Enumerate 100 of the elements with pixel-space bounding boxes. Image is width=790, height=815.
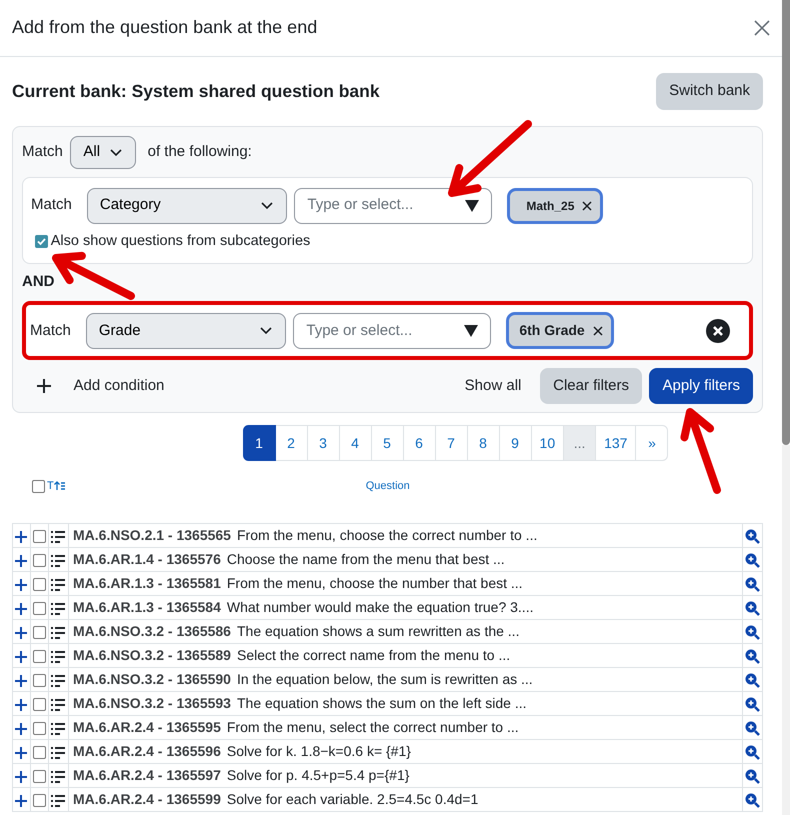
remove-icon xyxy=(582,200,592,210)
add-icon[interactable] xyxy=(15,650,27,663)
question-type-icon xyxy=(51,578,65,592)
add-icon[interactable] xyxy=(15,698,27,711)
page-link[interactable]: 1 xyxy=(242,425,276,462)
row-checkbox[interactable] xyxy=(33,794,46,808)
question-type-icon xyxy=(51,746,65,760)
question-cell: MA.6.AR.1.3 - 1365581 From the menu, choose the number that best ... xyxy=(68,572,742,596)
match-dropdown[interactable]: All xyxy=(70,136,136,169)
plus-icon xyxy=(37,379,51,393)
filter-tag[interactable]: 6th Grade xyxy=(506,312,614,350)
page-link[interactable]: 9 xyxy=(498,425,532,462)
bank-heading: Current bank: System shared question bank xyxy=(12,81,380,102)
add-icon[interactable] xyxy=(15,578,27,591)
row-checkbox[interactable] xyxy=(33,722,46,736)
question-type-icon xyxy=(51,530,65,544)
next-page-link[interactable]: » xyxy=(635,425,668,462)
page-link[interactable]: 137 xyxy=(595,425,636,462)
row-checkbox[interactable] xyxy=(33,698,46,712)
dialog-title: Add from the question bank at the end xyxy=(12,17,318,39)
remove-condition-icon[interactable] xyxy=(706,318,730,343)
field-dropdown[interactable]: Category xyxy=(86,188,287,224)
add-icon[interactable] xyxy=(15,530,27,543)
close-icon[interactable] xyxy=(754,20,770,36)
match-suffix: of the following: xyxy=(148,142,252,162)
page-link[interactable]: 5 xyxy=(370,425,404,462)
row-checkbox[interactable] xyxy=(33,578,46,592)
sort-icon xyxy=(54,481,66,492)
zoom-icon[interactable] xyxy=(745,601,760,616)
question-cell: MA.6.NSO.3.2 - 1365593 The equation shows the sum on the left side ... xyxy=(68,692,742,716)
question-type-icon xyxy=(51,626,65,640)
add-icon[interactable] xyxy=(15,554,27,567)
question-cell: MA.6.NSO.2.1 - 1365565 From the menu, choose the correct number to ... xyxy=(68,524,742,548)
question-column-header[interactable]: Question xyxy=(366,478,410,494)
triangle-icon xyxy=(464,324,478,338)
checkbox-label: Also show questions from subcategories xyxy=(50,232,310,251)
apply-filters-button[interactable]: Apply filters xyxy=(649,368,753,404)
question-cell: MA.6.NSO.3.2 - 1365586 The equation shows a sum rewritten as the ... xyxy=(68,620,742,644)
question-type-icon xyxy=(51,674,65,688)
zoom-icon[interactable] xyxy=(745,577,760,592)
tag-input-field[interactable]: Type or select... xyxy=(293,312,492,349)
page-link[interactable]: 2 xyxy=(274,425,308,462)
add-icon[interactable] xyxy=(15,626,27,639)
page-link[interactable]: 4 xyxy=(338,425,372,462)
row-checkbox[interactable] xyxy=(33,746,46,760)
question-type-icon xyxy=(51,770,65,784)
row-checkbox[interactable] xyxy=(33,650,46,664)
zoom-icon[interactable] xyxy=(745,697,760,712)
page-link[interactable]: 6 xyxy=(402,425,436,462)
page-link[interactable]: 7 xyxy=(434,425,468,462)
zoom-icon[interactable] xyxy=(745,553,760,568)
zoom-icon[interactable] xyxy=(745,745,760,760)
question-type-icon xyxy=(51,650,65,664)
add-icon[interactable] xyxy=(15,746,27,759)
question-cell: MA.6.AR.1.4 - 1365576 Choose the name from the menu that best ... xyxy=(68,548,742,572)
show-all-button[interactable]: Show all xyxy=(453,369,533,403)
question-cell: MA.6.AR.2.4 - 1365599 Solve for each variable. 2.5=4.5c 0.4d=1 xyxy=(68,788,742,812)
add-icon[interactable] xyxy=(15,794,27,807)
add-condition-button[interactable]: Add condition xyxy=(22,369,180,403)
question-cell: MA.6.AR.2.4 - 1365596 Solve for k. 1.8−k=0.6 k= {#1} xyxy=(68,740,742,764)
field-dropdown[interactable]: Grade xyxy=(86,312,286,349)
row-checkbox[interactable] xyxy=(33,674,46,688)
add-icon[interactable] xyxy=(15,674,27,687)
add-icon[interactable] xyxy=(15,602,27,615)
zoom-icon[interactable] xyxy=(745,721,760,736)
match-label: Match xyxy=(22,142,63,162)
sort-link[interactable]: T xyxy=(47,478,54,494)
question-cell: MA.6.NSO.3.2 - 1365589 Select the correct name from the menu to ... xyxy=(68,644,742,668)
checkbox[interactable] xyxy=(34,235,48,248)
add-icon[interactable] xyxy=(15,722,27,735)
zoom-icon[interactable] xyxy=(745,673,760,688)
clear-filters-button[interactable]: Clear filters xyxy=(540,368,642,404)
scrollbar[interactable] xyxy=(782,0,790,815)
tag-input-field[interactable]: Type or select... xyxy=(294,188,492,224)
switch-bank-button[interactable]: Switch bank xyxy=(656,73,763,110)
question-cell: MA.6.AR.2.4 - 1365597 Solve for p. 4.5+p=5.4 p={#1} xyxy=(68,764,742,788)
row-checkbox[interactable] xyxy=(33,770,46,784)
filter-tag[interactable]: Math_25 xyxy=(507,188,604,224)
zoom-icon[interactable] xyxy=(745,769,760,784)
zoom-icon[interactable] xyxy=(745,625,760,640)
question-cell: MA.6.AR.1.3 - 1365584 What number would make the equation true? 3.... xyxy=(68,596,742,620)
triangle-icon xyxy=(465,198,480,212)
match-label: Match xyxy=(30,320,71,340)
zoom-icon[interactable] xyxy=(745,649,760,664)
select-all-checkbox[interactable] xyxy=(32,480,45,493)
page-link[interactable]: 3 xyxy=(306,425,340,462)
question-type-icon xyxy=(51,722,65,736)
page-link[interactable]: 10 xyxy=(530,425,564,462)
row-checkbox[interactable] xyxy=(33,554,46,568)
page-link[interactable]: 8 xyxy=(466,425,500,462)
add-icon[interactable] xyxy=(15,770,27,783)
remove-icon xyxy=(592,326,603,336)
row-checkbox[interactable] xyxy=(33,530,46,544)
zoom-icon[interactable] xyxy=(745,793,760,808)
question-type-icon xyxy=(51,602,65,616)
question-type-icon xyxy=(51,794,65,808)
question-type-icon xyxy=(51,554,65,568)
zoom-icon[interactable] xyxy=(745,529,760,544)
row-checkbox[interactable] xyxy=(33,626,46,640)
row-checkbox[interactable] xyxy=(33,602,46,616)
